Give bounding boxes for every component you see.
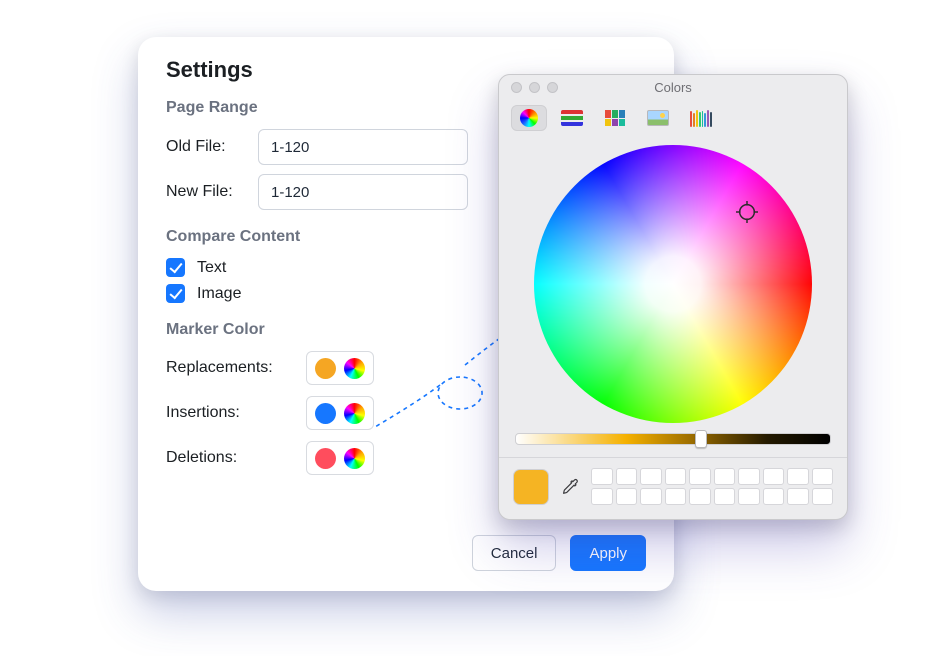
color-tabs — [499, 99, 847, 139]
palette-grid-icon — [605, 110, 625, 126]
tab-color-wheel[interactable] — [511, 105, 547, 131]
swatch-cell[interactable] — [812, 488, 834, 505]
text-checkbox-label: Text — [197, 259, 226, 277]
cancel-button[interactable]: Cancel — [472, 535, 557, 571]
eyedropper-icon — [560, 477, 580, 497]
brightness-handle[interactable] — [695, 430, 707, 448]
swatch-cell[interactable] — [689, 488, 711, 505]
swatch-cell[interactable] — [763, 468, 785, 485]
insertions-swatch — [315, 403, 336, 424]
swatch-cell[interactable] — [787, 488, 809, 505]
tab-pencils[interactable] — [683, 105, 719, 131]
eyedropper-button[interactable] — [559, 476, 581, 498]
tab-image-palettes[interactable] — [640, 105, 676, 131]
old-file-input[interactable] — [258, 129, 468, 165]
color-wheel-icon — [344, 358, 365, 379]
new-file-label: New File: — [166, 183, 244, 201]
deletions-label: Deletions: — [166, 449, 296, 467]
colors-titlebar: Colors — [499, 75, 847, 99]
old-file-label: Old File: — [166, 138, 244, 156]
swatch-cell[interactable] — [763, 488, 785, 505]
deletions-color-picker[interactable] — [306, 441, 374, 475]
apply-button[interactable]: Apply — [570, 535, 646, 571]
insertions-color-picker[interactable] — [306, 396, 374, 430]
insertions-label: Insertions: — [166, 404, 296, 422]
image-checkbox[interactable] — [166, 284, 185, 303]
image-icon — [647, 110, 669, 126]
pencils-icon — [690, 109, 712, 127]
color-wheel-icon — [344, 403, 365, 424]
text-checkbox[interactable] — [166, 258, 185, 277]
traffic-close[interactable] — [511, 82, 522, 93]
colors-popup: Colors — [498, 74, 848, 520]
color-wheel-icon — [520, 109, 538, 127]
sliders-icon — [561, 110, 583, 126]
replacements-swatch — [315, 358, 336, 379]
traffic-zoom[interactable] — [547, 82, 558, 93]
tab-color-sliders[interactable] — [554, 105, 590, 131]
color-wheel-icon — [344, 448, 365, 469]
swatch-cell[interactable] — [640, 488, 662, 505]
color-wheel[interactable] — [534, 145, 812, 423]
swatch-cell[interactable] — [591, 468, 613, 485]
swatch-cell[interactable] — [665, 468, 687, 485]
new-file-input[interactable] — [258, 174, 468, 210]
swatch-cell[interactable] — [616, 468, 638, 485]
swatch-cell[interactable] — [787, 468, 809, 485]
image-checkbox-label: Image — [197, 285, 241, 303]
current-color-swatch[interactable] — [513, 469, 549, 505]
swatch-cell[interactable] — [689, 468, 711, 485]
brightness-slider[interactable] — [515, 433, 831, 445]
replacements-color-picker[interactable] — [306, 351, 374, 385]
swatch-cell[interactable] — [714, 468, 736, 485]
swatch-cell[interactable] — [616, 488, 638, 505]
window-controls — [511, 82, 558, 93]
tab-color-palettes[interactable] — [597, 105, 633, 131]
swatch-cell[interactable] — [640, 468, 662, 485]
swatch-cell[interactable] — [591, 488, 613, 505]
swatch-storage-grid — [591, 468, 833, 505]
swatch-cell[interactable] — [738, 468, 760, 485]
deletions-swatch — [315, 448, 336, 469]
swatch-cell[interactable] — [738, 488, 760, 505]
replacements-label: Replacements: — [166, 359, 296, 377]
swatch-cell[interactable] — [812, 468, 834, 485]
swatch-cell[interactable] — [665, 488, 687, 505]
traffic-minimize[interactable] — [529, 82, 540, 93]
swatch-cell[interactable] — [714, 488, 736, 505]
